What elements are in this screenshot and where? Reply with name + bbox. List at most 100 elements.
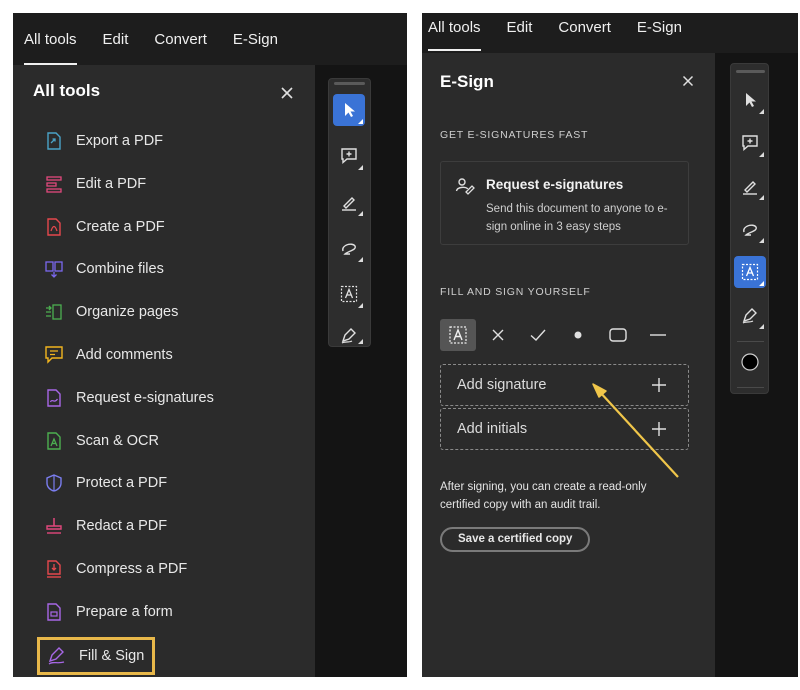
toolbar-grip[interactable] [334, 82, 365, 85]
cursor-icon [746, 93, 756, 107]
tool-item-request-e-signatures[interactable]: Request e-signatures [43, 383, 214, 413]
tool-item-redact-a-pdf[interactable]: Redact a PDF [43, 511, 167, 541]
request-esignatures-card[interactable]: Request e-signatures Send this document … [440, 161, 689, 245]
tool-label: Prepare a form [76, 603, 173, 620]
nav-tab-convert[interactable]: Convert [558, 13, 611, 51]
sign-tool-button[interactable] [734, 299, 766, 331]
section-label-fill-sign: FILL AND SIGN YOURSELF [440, 286, 591, 298]
fill-sign-icon [46, 645, 68, 667]
dot-tool[interactable] [560, 319, 596, 351]
tool-label: Fill & Sign [79, 647, 145, 664]
toolbar-divider [737, 341, 764, 342]
quick-toolbar [328, 78, 371, 347]
text-box-icon [741, 263, 759, 281]
color-swatch-icon [741, 353, 759, 371]
nav-tab-convert[interactable]: Convert [154, 13, 207, 65]
comment-tool-button[interactable] [734, 127, 766, 159]
tool-label: Combine files [76, 261, 164, 278]
certified-copy-note: After signing, you can create a read-onl… [440, 481, 647, 511]
esign-sheet: E-Sign GET E-SIGNATURES FAST Request e-s… [422, 53, 715, 677]
tool-item-scan-ocr[interactable]: Scan & OCR [43, 426, 159, 456]
tool-item-create-a-pdf[interactable]: Create a PDF [43, 212, 165, 242]
nav-tab-edit[interactable]: Edit [507, 13, 533, 51]
pen-sign-icon [341, 328, 356, 344]
text-tool-button[interactable] [333, 278, 365, 310]
rectangle-tool[interactable] [600, 319, 636, 351]
compress-pdf-icon [43, 558, 65, 580]
draw-tool-button[interactable] [734, 213, 766, 245]
text-box-icon [340, 285, 358, 303]
tool-label: Export a PDF [76, 133, 164, 149]
cursor-icon [345, 103, 355, 117]
add-signature-button[interactable]: Add signature [440, 364, 689, 406]
color-picker-button[interactable] [734, 346, 766, 378]
quick-toolbar [730, 63, 769, 394]
draw-tool-button[interactable] [333, 232, 365, 264]
tool-item-compress-a-pdf[interactable]: Compress a PDF [43, 554, 187, 584]
add-initials-label: Add initials [457, 421, 528, 437]
toolbar-grip[interactable] [736, 70, 765, 73]
tool-item-add-comments[interactable]: Add comments [43, 340, 173, 370]
create-pdf-icon [43, 216, 65, 238]
highlighter-icon [342, 197, 356, 211]
sign-tool-button[interactable] [333, 324, 365, 346]
close-icon[interactable] [279, 85, 295, 101]
esign-screen: All tools Edit Convert E-Sign E-Sign GET… [422, 13, 798, 677]
line-tool[interactable] [640, 319, 676, 351]
redact-pdf-icon [43, 515, 65, 537]
nav-tab-edit[interactable]: Edit [103, 13, 129, 65]
tool-label: Redact a PDF [76, 518, 168, 535]
tool-label: Protect a PDF [76, 475, 168, 492]
nav-tab-all-tools[interactable]: All tools [24, 13, 77, 65]
nav-tab-all-tools[interactable]: All tools [428, 13, 481, 51]
add-initials-button[interactable]: Add initials [440, 408, 689, 450]
tool-item-export-a-pdf[interactable]: Export a PDF [43, 126, 163, 156]
tool-item-prepare-a-form[interactable]: Prepare a form [43, 597, 173, 627]
add-comment-icon [742, 135, 758, 152]
protect-pdf-icon [43, 472, 65, 494]
cross-mark-tool[interactable] [480, 319, 516, 351]
tool-item-fill-sign[interactable]: Fill & Sign [36, 636, 156, 675]
tool-item-organize-pages[interactable]: Organize pages [43, 297, 178, 327]
select-tool-button[interactable] [734, 84, 766, 116]
nav-tab-esign[interactable]: E-Sign [233, 13, 278, 65]
scan-ocr-icon [43, 430, 65, 452]
highlight-tool-button[interactable] [333, 186, 365, 218]
sheet-title: E-Sign [440, 72, 494, 91]
checkmark-icon [530, 329, 546, 341]
text-tool-button[interactable] [734, 256, 766, 288]
tool-label: Add comments [76, 347, 173, 363]
plus-icon [652, 422, 666, 436]
prepare-form-icon [43, 601, 65, 623]
select-tool-button[interactable] [333, 94, 365, 126]
tool-item-edit-a-pdf[interactable]: Edit a PDF [43, 169, 146, 199]
nav-tab-esign[interactable]: E-Sign [637, 13, 682, 51]
tool-label: Compress a PDF [76, 561, 188, 577]
tool-label: Edit a PDF [76, 175, 147, 192]
add-comments-icon [43, 344, 65, 366]
close-icon[interactable] [680, 73, 696, 89]
section-label-get-signatures: GET E-SIGNATURES FAST [440, 129, 589, 141]
top-nav: All tools Edit Convert E-Sign [13, 13, 407, 65]
cross-icon [492, 329, 504, 341]
comment-tool-button[interactable] [333, 140, 365, 172]
organize-pages-icon [43, 301, 65, 323]
checkmark-tool[interactable] [520, 319, 556, 351]
tool-item-protect-a-pdf[interactable]: Protect a PDF [43, 468, 167, 498]
edit-pdf-icon [43, 173, 65, 195]
tool-label: Scan & OCR [76, 432, 159, 449]
freehand-draw-icon [342, 243, 356, 255]
text-field-icon [449, 326, 467, 344]
freehand-draw-icon [743, 224, 757, 236]
highlighter-icon [743, 181, 757, 195]
tool-label: Create a PDF [76, 218, 165, 235]
text-field-tool[interactable] [440, 319, 476, 351]
combine-files-icon [43, 258, 65, 280]
rectangle-icon [609, 328, 627, 342]
tool-item-combine-files[interactable]: Combine files [43, 254, 164, 284]
pen-sign-icon [742, 308, 757, 324]
highlight-tool-button[interactable] [734, 170, 766, 202]
add-signature-label: Add signature [457, 377, 547, 393]
add-comment-icon [341, 148, 357, 165]
save-certified-copy-button[interactable]: Save a certified copy [440, 527, 591, 552]
